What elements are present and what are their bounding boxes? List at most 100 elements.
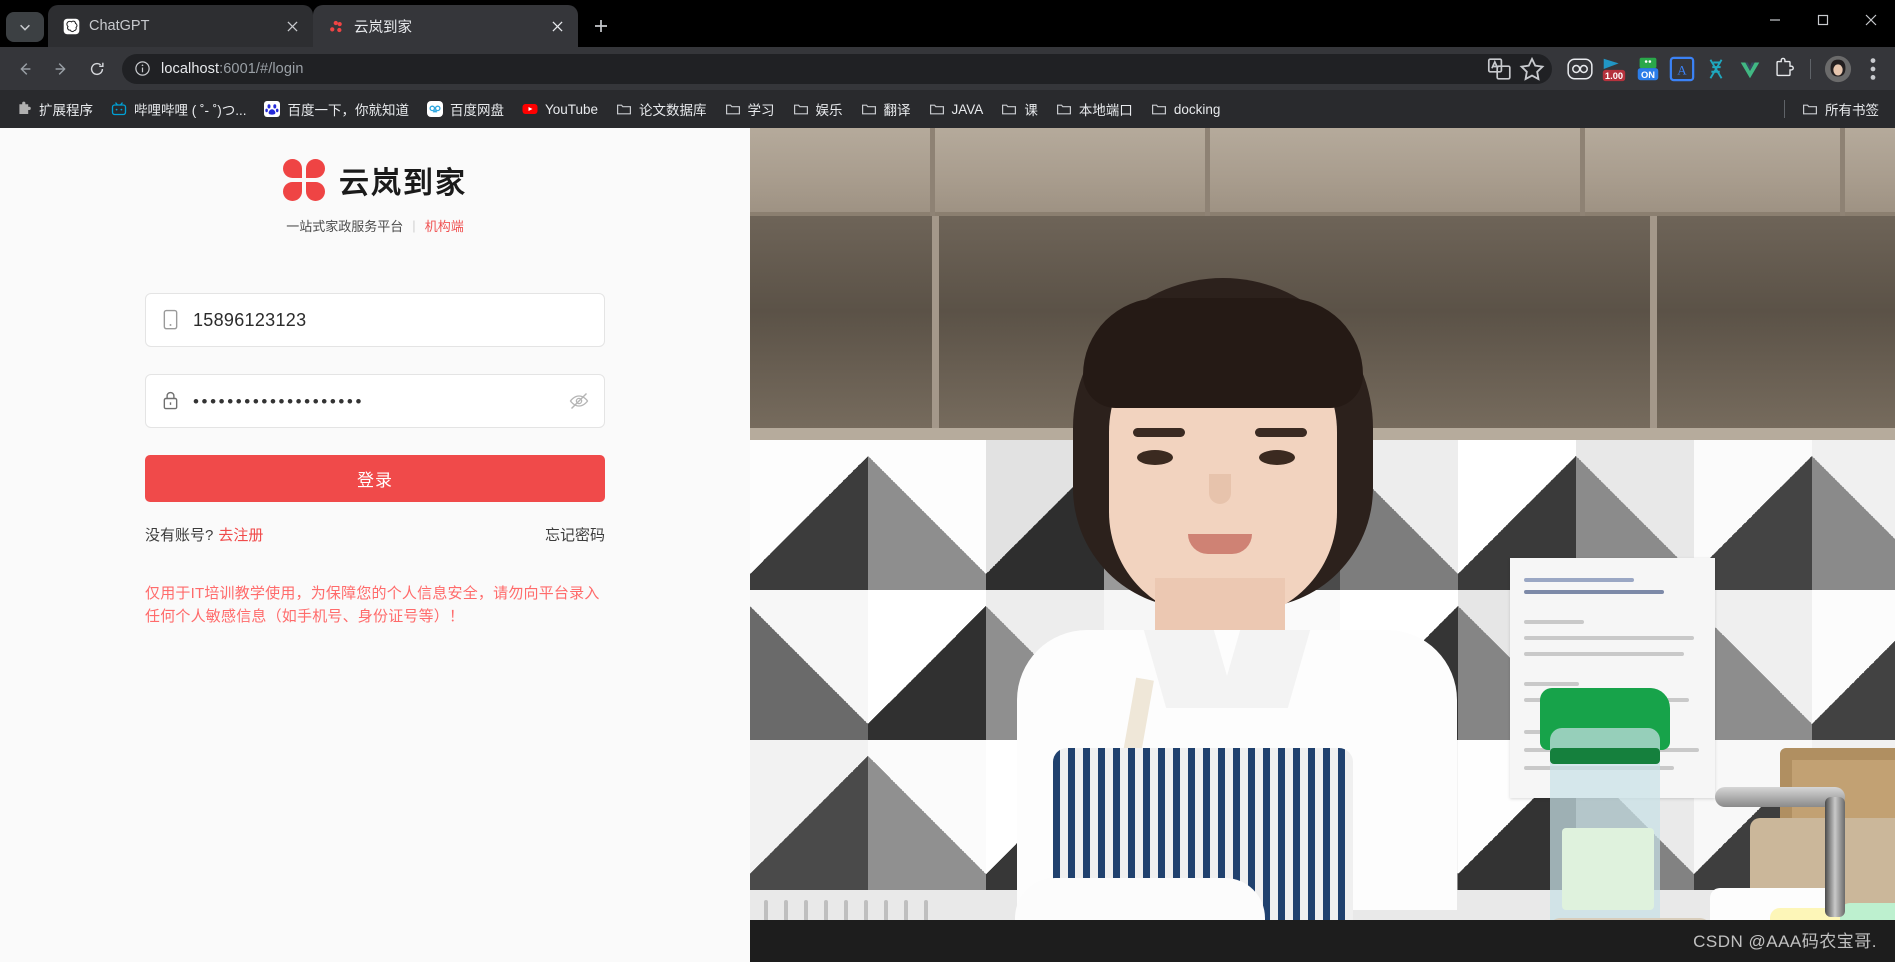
vue-devtools-extension-icon[interactable]	[1736, 55, 1764, 83]
baidu-pan-icon	[426, 101, 443, 117]
housekeeper-person	[1005, 278, 1465, 962]
bookmark-item[interactable]: 翻译	[853, 94, 919, 124]
bookmark-item[interactable]: 本地端口	[1048, 94, 1141, 124]
password-masked-value: ••••••••••••••••••••	[193, 391, 365, 411]
yunlan-icon	[327, 17, 345, 35]
omnibox-actions	[1486, 55, 1546, 83]
extensions-puzzle-icon[interactable]	[1770, 55, 1798, 83]
minimize-button[interactable]	[1751, 0, 1799, 40]
folder-icon	[1001, 101, 1017, 117]
bookmark-label: 所有书签	[1825, 103, 1879, 118]
tab-chatgpt[interactable]: ChatGPT	[48, 5, 313, 47]
bookmark-label: 哔哩哔哩 ( ˚- ˚)つ...	[134, 103, 247, 118]
video-speed-extension-icon[interactable]: 1.00	[1600, 55, 1628, 83]
bookmark-item[interactable]: 百度一下，你就知道	[256, 94, 417, 124]
puzzle-icon	[16, 101, 32, 117]
bookmark-item[interactable]: docking	[1143, 96, 1229, 122]
bookmark-item[interactable]: 扩展程序	[8, 94, 101, 124]
address-bar[interactable]: localhost:6001/#/login	[122, 53, 1552, 84]
cabinet-shelf-divider	[1650, 216, 1657, 428]
ocr-extension-icon[interactable]: A	[1668, 55, 1696, 83]
password-field[interactable]: ••••••••••••••••••••	[145, 374, 605, 428]
bookmark-item[interactable]: YouTube	[514, 96, 606, 122]
tab-title: 云岚到家	[354, 19, 412, 36]
close-window-button[interactable]	[1847, 0, 1895, 40]
three-dot-menu-icon[interactable]	[1859, 55, 1887, 83]
brand-name: 云岚到家	[339, 166, 467, 201]
bookmark-all-folder[interactable]: 所有书签	[1794, 94, 1887, 124]
bookmark-label: 本地端口	[1078, 103, 1133, 118]
bookmark-label: 论文数据库	[639, 103, 707, 118]
scissors-extension-icon[interactable]	[1702, 55, 1730, 83]
bookmark-label: JAVA	[951, 101, 984, 117]
no-account-label: 没有账号?	[145, 527, 214, 544]
bookmark-label: 百度网盘	[449, 103, 504, 118]
register-prompt: 没有账号? 去注册	[145, 524, 263, 545]
bookmarks-separator	[1784, 100, 1785, 118]
folder-icon	[861, 101, 877, 117]
close-icon[interactable]	[546, 15, 568, 37]
oo-extension-icon[interactable]	[1566, 55, 1594, 83]
phone-input[interactable]	[193, 309, 590, 331]
browser-toolbar: localhost:6001/#/login 1.00 ON A	[0, 47, 1895, 90]
bookmark-label: YouTube	[544, 101, 599, 117]
bookmark-item[interactable]: 哔哩哔哩 ( ˚- ˚)つ...	[103, 94, 254, 124]
folder-icon	[725, 101, 741, 117]
bookmark-item[interactable]: 百度网盘	[419, 94, 512, 124]
bookmark-label: 百度一下，你就知道	[287, 103, 409, 118]
login-panel: 云岚到家 一站式家政服务平台 | 机构端 15896123123 •••••••…	[0, 128, 750, 962]
extension-icons: 1.00 ON A	[1560, 54, 1887, 84]
brand-block: 云岚到家 一站式家政服务平台 | 机构端	[283, 158, 467, 235]
maximize-button[interactable]	[1799, 0, 1847, 40]
cabinet-seam	[1205, 128, 1210, 216]
bookmark-item[interactable]: 论文数据库	[608, 94, 715, 124]
folder-icon	[793, 101, 809, 117]
cabinet-upper	[750, 128, 1895, 216]
folder-icon	[1802, 101, 1818, 117]
bookmark-item[interactable]: 娱乐	[785, 94, 851, 124]
eye-slash-icon[interactable]	[568, 390, 590, 412]
back-button[interactable]	[8, 52, 42, 86]
youtube-icon	[522, 101, 538, 117]
forward-button[interactable]	[44, 52, 78, 86]
bilibili-icon	[111, 101, 127, 117]
bookmark-label: 娱乐	[815, 103, 843, 118]
register-link[interactable]: 去注册	[218, 524, 263, 545]
info-circle-icon[interactable]	[134, 60, 151, 77]
spray-bottle-collar	[1550, 748, 1660, 764]
on-toggle-extension-icon[interactable]: ON	[1634, 55, 1662, 83]
login-submit-button[interactable]: 登录	[145, 455, 605, 502]
bookmark-label: 学习	[747, 103, 775, 118]
mobile-phone-icon	[162, 310, 179, 330]
hair-front	[1083, 298, 1363, 408]
cabinet-seam	[930, 128, 935, 216]
bookmark-item[interactable]: JAVA	[921, 96, 992, 122]
tab-yunlan[interactable]: 云岚到家	[313, 5, 578, 47]
tab-search-button[interactable]	[6, 12, 44, 42]
translate-icon[interactable]	[1486, 55, 1514, 83]
url-path: :6001/#/login	[219, 60, 304, 77]
tab-title: ChatGPT	[89, 18, 150, 34]
watermark: CSDN @AAA码农宝哥.	[1693, 932, 1877, 951]
svg-text:1.00: 1.00	[1605, 70, 1623, 80]
cabinet-seam	[1840, 128, 1845, 216]
tab-strip: ChatGPT 云岚到家	[0, 0, 1895, 47]
forgot-password-link[interactable]: 忘记密码	[545, 524, 605, 545]
star-icon[interactable]	[1518, 55, 1546, 83]
toolbar-divider	[1810, 58, 1811, 79]
faucet-body	[1825, 797, 1845, 917]
phone-field[interactable]	[145, 293, 605, 347]
cabinet-shelf-divider	[932, 216, 939, 428]
reload-button[interactable]	[80, 52, 114, 86]
page-content: 云岚到家 一站式家政服务平台 | 机构端 15896123123 •••••••…	[0, 128, 1895, 962]
close-icon[interactable]	[281, 15, 303, 37]
avatar[interactable]	[1823, 54, 1853, 84]
bookmark-label: docking	[1173, 101, 1221, 117]
bookmark-item[interactable]: 学习	[717, 94, 783, 124]
new-tab-button[interactable]	[584, 9, 618, 43]
bookmark-item[interactable]: 课	[993, 94, 1046, 124]
brand-subtitle-text: 一站式家政服务平台	[286, 219, 404, 234]
url-host: localhost	[161, 60, 220, 77]
yunlan-logo-icon	[283, 159, 325, 201]
privacy-notice: 仅用于IT培训教学使用，为保障您的个人信息安全，请勿向平台录入任何个人敏感信息（…	[145, 585, 600, 626]
